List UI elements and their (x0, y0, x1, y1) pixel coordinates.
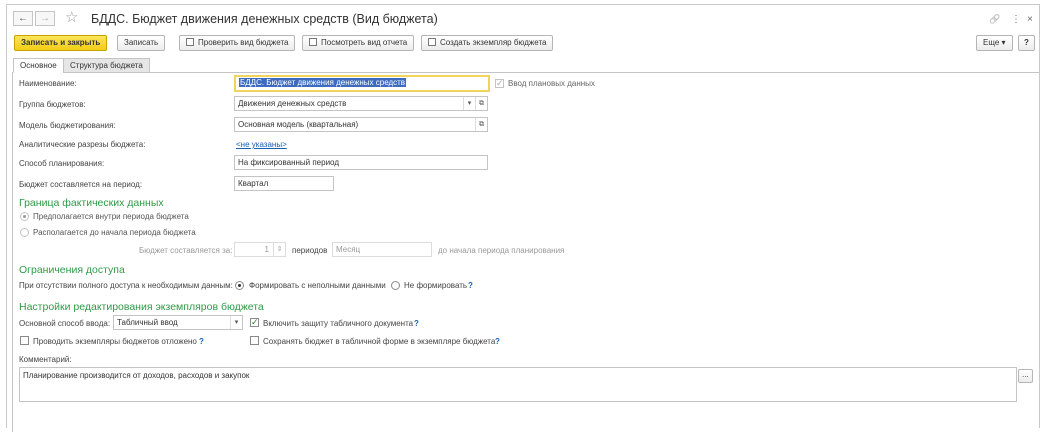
boundary-option-inside-radio[interactable] (20, 212, 29, 221)
comment-expand-button[interactable]: ... (1018, 369, 1033, 383)
plan-data-label: Ввод плановых данных (508, 79, 595, 88)
input-mode-select[interactable]: Табличный ввод ▾ (113, 315, 243, 330)
stepper-icon[interactable]: ⇕ (273, 243, 285, 256)
report-icon (309, 38, 317, 46)
dropdown-arrow-icon[interactable]: ▾ (463, 97, 475, 110)
name-label: Наименование: (19, 79, 77, 88)
periods-label: периодов (292, 246, 328, 255)
form-window: ← → ☆ БДДС. Бюджет движения денежных сре… (6, 4, 1040, 432)
more-menu-icon[interactable]: ⋮ (1011, 14, 1021, 25)
favorite-star-icon[interactable]: ☆ (65, 8, 78, 26)
more-label: Еще (983, 38, 1000, 47)
view-report-label: Посмотреть вид отчета (321, 38, 408, 47)
protect-checkbox[interactable]: ✓ (250, 318, 259, 327)
window-title: БДДС. Бюджет движения денежных средств (… (91, 12, 438, 26)
view-report-button[interactable]: Посмотреть вид отчета (302, 35, 415, 51)
create-instance-button[interactable]: Создать экземпляр бюджета (421, 35, 554, 51)
check-icon (186, 38, 194, 46)
back-button[interactable]: ← (13, 11, 33, 26)
document-icon (428, 38, 436, 46)
radio-dot (23, 215, 26, 218)
radio-dot (238, 284, 241, 287)
comment-textarea[interactable]: Планирование производится от доходов, ра… (19, 367, 1017, 402)
content-left-border (12, 72, 13, 432)
boundary-option-before-radio[interactable] (20, 228, 29, 237)
access-section-title: Ограничения доступа (19, 264, 125, 276)
access-option-partial-label: Формировать с неполными данными (249, 281, 386, 290)
protect-label: Включить защиту табличного документа (263, 319, 414, 328)
dropdown-arrow-icon[interactable]: ▾ (230, 316, 242, 329)
save-and-close-button[interactable]: Записать и закрыть (14, 35, 108, 51)
model-value: Основная модель (квартальная) (238, 120, 359, 129)
more-button[interactable]: Еще ▾ (976, 35, 1013, 51)
save-table-help-icon[interactable]: ? (495, 337, 500, 346)
chevron-down-icon: ▾ (1001, 38, 1006, 47)
compose-count-value: 1 (264, 245, 269, 254)
input-mode-value: Табличный ввод (117, 318, 178, 327)
boundary-option-before-label: Располагается до начала периода бюджета (33, 228, 196, 237)
group-value: Движения денежных средств (238, 99, 347, 108)
compose-count-input[interactable]: 1 ⇕ (234, 242, 286, 257)
planning-select[interactable]: На фиксированный период (234, 155, 488, 170)
check-budget-type-label: Проверить вид бюджета (198, 38, 289, 47)
period-select[interactable]: Квартал (234, 176, 334, 191)
postpone-label: Проводить экземпляры бюджетов отложено (33, 337, 197, 346)
check-budget-type-button[interactable]: Проверить вид бюджета (179, 35, 296, 51)
period-unit-select[interactable]: Месяц (332, 242, 432, 257)
protect-help-icon[interactable]: ? (414, 319, 419, 328)
name-value: БДДС. Бюджет движения денежных средств (239, 78, 407, 87)
access-option-none-radio[interactable] (391, 281, 400, 290)
comment-label: Комментарий: (19, 355, 72, 364)
no-access-label: При отсутствии полного доступа к необход… (19, 281, 233, 290)
model-select[interactable]: Основная модель (квартальная) ⧉ (234, 117, 488, 132)
tab-divider (149, 72, 1039, 73)
name-input[interactable]: БДДС. Бюджет движения денежных средств (234, 75, 490, 92)
close-icon[interactable]: × (1027, 14, 1033, 25)
save-table-checkbox[interactable] (250, 336, 259, 345)
model-label: Модель бюджетирования: (19, 121, 116, 130)
help-button[interactable]: ? (1018, 35, 1035, 51)
postpone-help-icon[interactable]: ? (199, 337, 204, 346)
analytics-link[interactable]: <не указаны> (236, 140, 287, 149)
before-label: до начала периода планирования (438, 246, 565, 255)
access-help-icon[interactable]: ? (468, 281, 473, 290)
link-icon[interactable]: 🔗 (989, 14, 1000, 25)
access-option-partial-radio[interactable] (235, 281, 244, 290)
planning-label: Способ планирования: (19, 159, 105, 168)
plan-data-checkbox[interactable]: ✓ (495, 79, 504, 88)
arrow-right-icon: → (40, 13, 50, 24)
edit-settings-section-title: Настройки редактирования экземпляров бюд… (19, 301, 264, 313)
save-table-label: Сохранять бюджет в табличной форме в экз… (263, 337, 496, 346)
open-link-icon[interactable]: ⧉ (475, 97, 487, 110)
arrow-left-icon: ← (18, 13, 28, 24)
boundary-section-title: Граница фактических данных (19, 197, 164, 209)
period-label: Бюджет составляется на период: (19, 180, 143, 189)
compose-label: Бюджет составляется за: (139, 246, 233, 255)
tab-main[interactable]: Основное (13, 58, 64, 73)
boundary-option-inside-label: Предполагается внутри периода бюджета (33, 212, 189, 221)
access-option-none-label: Не формировать (404, 281, 468, 290)
create-instance-label: Создать экземпляр бюджета (440, 38, 547, 47)
save-button[interactable]: Записать (117, 35, 166, 51)
forward-button[interactable]: → (35, 11, 55, 26)
tab-budget-structure[interactable]: Структура бюджета (63, 58, 150, 73)
group-select[interactable]: Движения денежных средств ▾ ⧉ (234, 96, 488, 111)
analytics-label: Аналитические разрезы бюджета: (19, 140, 146, 149)
group-label: Группа бюджетов: (19, 100, 86, 109)
postpone-checkbox[interactable] (20, 336, 29, 345)
open-link-icon[interactable]: ⧉ (475, 118, 487, 131)
input-mode-label: Основной способ ввода: (19, 319, 111, 328)
